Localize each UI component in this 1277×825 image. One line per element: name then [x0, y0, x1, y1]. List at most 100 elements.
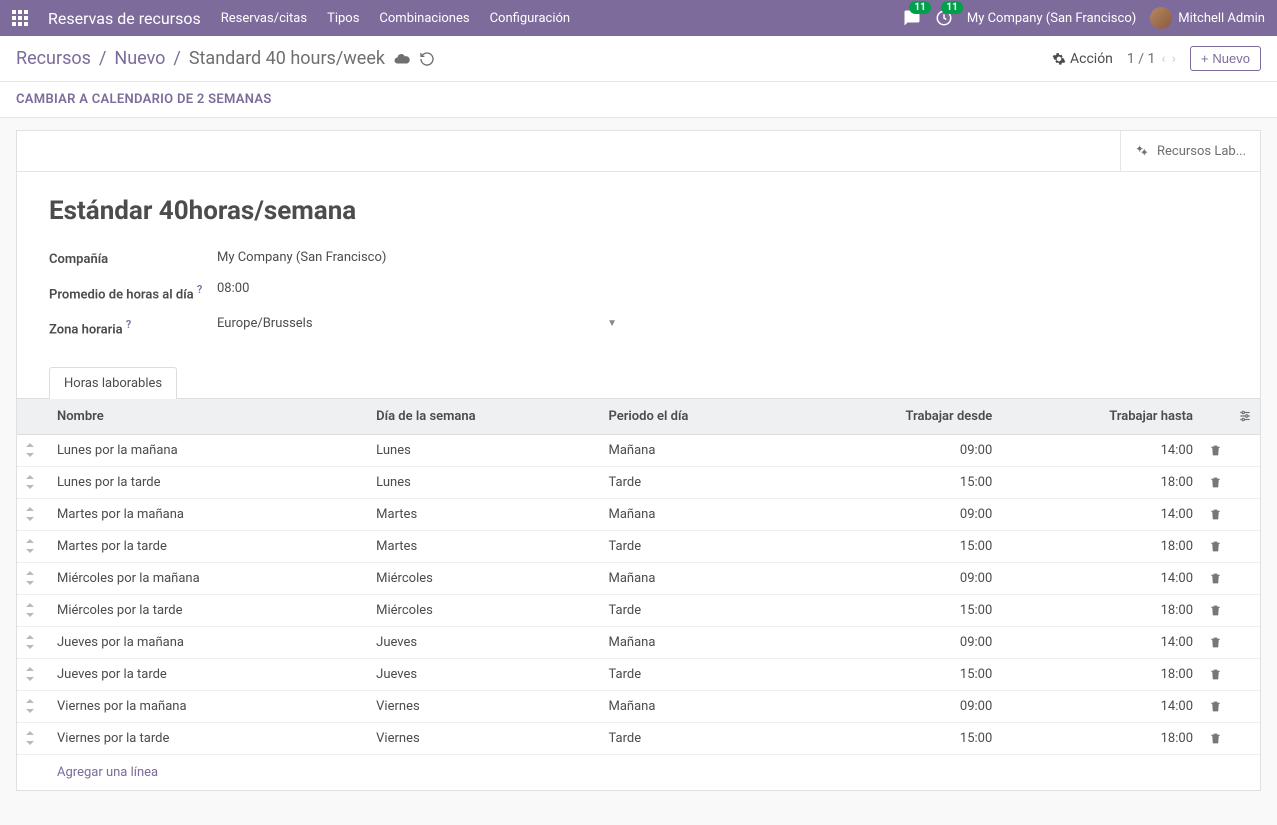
apps-icon[interactable]	[12, 10, 28, 26]
new-button[interactable]: + Nuevo	[1190, 46, 1261, 71]
page-title[interactable]: Estándar 40horas/semana	[49, 196, 1228, 226]
cell-day[interactable]: Viernes	[368, 722, 600, 754]
cell-to[interactable]: 14:00	[1000, 626, 1201, 658]
cell-name[interactable]: Miércoles por la tarde	[49, 594, 368, 626]
cell-day[interactable]: Martes	[368, 530, 600, 562]
cloud-save-icon[interactable]	[393, 50, 411, 68]
delete-row-icon[interactable]	[1201, 690, 1230, 722]
delete-row-icon[interactable]	[1201, 562, 1230, 594]
cell-to[interactable]: 18:00	[1000, 466, 1201, 498]
cell-from[interactable]: 09:00	[793, 562, 1000, 594]
delete-row-icon[interactable]	[1201, 498, 1230, 530]
table-row[interactable]: Martes por la mañanaMartesMañana09:0014:…	[17, 498, 1260, 530]
cell-name[interactable]: Viernes por la mañana	[49, 690, 368, 722]
cell-period[interactable]: Mañana	[600, 690, 793, 722]
add-line-button[interactable]: Agregar una línea	[17, 754, 1260, 790]
delete-row-icon[interactable]	[1201, 594, 1230, 626]
drag-handle-icon[interactable]	[17, 626, 49, 658]
cell-from[interactable]: 15:00	[793, 594, 1000, 626]
cell-to[interactable]: 18:00	[1000, 658, 1201, 690]
cell-period[interactable]: Tarde	[600, 722, 793, 754]
breadcrumb-new[interactable]: Nuevo	[114, 48, 165, 69]
drag-handle-icon[interactable]	[17, 658, 49, 690]
cell-period[interactable]: Mañana	[600, 434, 793, 466]
cell-name[interactable]: Miércoles por la mañana	[49, 562, 368, 594]
table-row[interactable]: Viernes por la tardeViernesTarde15:0018:…	[17, 722, 1260, 754]
table-row[interactable]: Miércoles por la tardeMiércolesTarde15:0…	[17, 594, 1260, 626]
col-from[interactable]: Trabajar desde	[793, 398, 1000, 434]
delete-row-icon[interactable]	[1201, 530, 1230, 562]
pager-prev[interactable]: ‹	[1161, 51, 1165, 67]
drag-handle-icon[interactable]	[17, 690, 49, 722]
drag-handle-icon[interactable]	[17, 530, 49, 562]
col-day[interactable]: Día de la semana	[368, 398, 600, 434]
help-icon[interactable]: ?	[126, 318, 131, 331]
cell-from[interactable]: 09:00	[793, 498, 1000, 530]
table-row[interactable]: Viernes por la mañanaViernesMañana09:001…	[17, 690, 1260, 722]
drag-handle-icon[interactable]	[17, 434, 49, 466]
app-title[interactable]: Reservas de recursos	[48, 9, 201, 28]
cell-to[interactable]: 14:00	[1000, 434, 1201, 466]
table-row[interactable]: Martes por la tardeMartesTarde15:0018:00	[17, 530, 1260, 562]
cell-name[interactable]: Lunes por la tarde	[49, 466, 368, 498]
cell-day[interactable]: Martes	[368, 498, 600, 530]
cell-day[interactable]: Jueves	[368, 626, 600, 658]
pager-next[interactable]: ›	[1172, 51, 1176, 67]
stat-button-resources[interactable]: Recursos Lab...	[1120, 131, 1260, 171]
delete-row-icon[interactable]	[1201, 626, 1230, 658]
cell-to[interactable]: 14:00	[1000, 690, 1201, 722]
cell-period[interactable]: Tarde	[600, 530, 793, 562]
drag-handle-icon[interactable]	[17, 722, 49, 754]
nav-reservas[interactable]: Reservas/citas	[221, 11, 307, 26]
cell-from[interactable]: 09:00	[793, 434, 1000, 466]
table-row[interactable]: Jueves por la tardeJuevesTarde15:0018:00	[17, 658, 1260, 690]
action-button[interactable]: Acción	[1052, 51, 1113, 67]
cell-period[interactable]: Tarde	[600, 594, 793, 626]
table-row[interactable]: Jueves por la mañanaJuevesMañana09:0014:…	[17, 626, 1260, 658]
user-menu[interactable]: Mitchell Admin	[1150, 7, 1265, 29]
company-switcher[interactable]: My Company (San Francisco)	[967, 11, 1136, 26]
nav-tipos[interactable]: Tipos	[327, 11, 359, 26]
messages-icon[interactable]: 11	[903, 9, 921, 27]
cell-period[interactable]: Tarde	[600, 658, 793, 690]
discard-icon[interactable]	[419, 51, 435, 67]
field-timezone[interactable]: Europe/Brussels ▼	[217, 316, 617, 331]
field-avg-hours[interactable]: 08:00	[217, 281, 1228, 296]
cell-from[interactable]: 15:00	[793, 530, 1000, 562]
cell-day[interactable]: Lunes	[368, 466, 600, 498]
cell-name[interactable]: Martes por la mañana	[49, 498, 368, 530]
cell-from[interactable]: 15:00	[793, 722, 1000, 754]
breadcrumb-root[interactable]: Recursos	[16, 48, 91, 69]
field-company[interactable]: My Company (San Francisco)	[217, 250, 1228, 265]
cell-day[interactable]: Miércoles	[368, 594, 600, 626]
cell-name[interactable]: Lunes por la mañana	[49, 434, 368, 466]
cell-day[interactable]: Viernes	[368, 690, 600, 722]
activity-icon[interactable]: 11	[935, 9, 953, 27]
cell-from[interactable]: 15:00	[793, 658, 1000, 690]
cell-day[interactable]: Miércoles	[368, 562, 600, 594]
drag-handle-icon[interactable]	[17, 498, 49, 530]
help-icon[interactable]: ?	[197, 283, 202, 296]
cell-from[interactable]: 09:00	[793, 626, 1000, 658]
nav-configuracion[interactable]: Configuración	[490, 11, 571, 26]
table-row[interactable]: Lunes por la mañanaLunesMañana09:0014:00	[17, 434, 1260, 466]
cell-name[interactable]: Jueves por la mañana	[49, 626, 368, 658]
cell-name[interactable]: Viernes por la tarde	[49, 722, 368, 754]
cell-period[interactable]: Mañana	[600, 498, 793, 530]
delete-row-icon[interactable]	[1201, 466, 1230, 498]
col-to[interactable]: Trabajar hasta	[1000, 398, 1201, 434]
switch-calendar-button[interactable]: CAMBIAR A CALENDARIO DE 2 SEMANAS	[16, 92, 272, 107]
cell-name[interactable]: Martes por la tarde	[49, 530, 368, 562]
cell-to[interactable]: 18:00	[1000, 594, 1201, 626]
drag-handle-icon[interactable]	[17, 466, 49, 498]
cell-day[interactable]: Jueves	[368, 658, 600, 690]
table-row[interactable]: Miércoles por la mañanaMiércolesMañana09…	[17, 562, 1260, 594]
options-icon[interactable]	[1230, 398, 1260, 434]
cell-period[interactable]: Mañana	[600, 626, 793, 658]
col-name[interactable]: Nombre	[49, 398, 368, 434]
cell-to[interactable]: 14:00	[1000, 562, 1201, 594]
drag-handle-icon[interactable]	[17, 562, 49, 594]
cell-to[interactable]: 18:00	[1000, 722, 1201, 754]
tab-working-hours[interactable]: Horas laborables	[49, 367, 177, 399]
cell-from[interactable]: 09:00	[793, 690, 1000, 722]
